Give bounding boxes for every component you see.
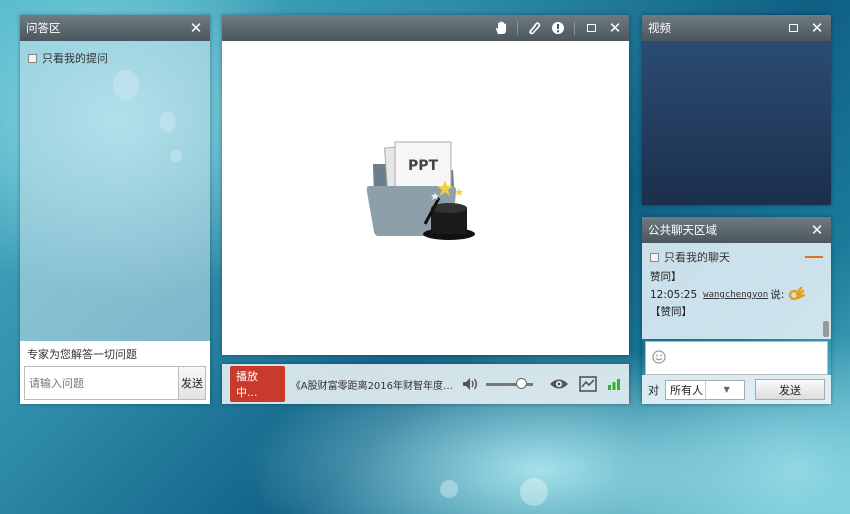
chat-recipient-value: 所有人	[670, 383, 703, 397]
toolbar-separator	[574, 21, 575, 35]
chat-close-button[interactable]: ✕	[809, 222, 825, 238]
qa-ask-box: 发送	[24, 366, 206, 400]
chat-message-user[interactable]: wangchengyon	[703, 287, 768, 304]
qa-question-input[interactable]	[25, 367, 178, 399]
video-close-button[interactable]: ✕	[809, 20, 825, 36]
maximize-icon	[788, 24, 798, 32]
chat-only-mine-label: 只看我的聊天	[664, 251, 730, 264]
chat-to-label: 对	[648, 383, 659, 397]
qa-send-button[interactable]: 发送	[178, 367, 205, 399]
paperclip-icon	[529, 22, 541, 35]
qa-only-mine-label: 只看我的提问	[42, 52, 108, 65]
public-chat-panel: 公共聊天区域 ✕ 只看我的聊天 赞同】 12:05:25 wangchengyo…	[642, 217, 831, 404]
screen-wave-icon	[579, 376, 597, 392]
video-panel: 视频 ✕	[642, 15, 831, 205]
close-icon: ✕	[810, 220, 824, 239]
qa-only-mine-checkbox[interactable]	[28, 53, 37, 63]
qa-title: 问答区	[26, 21, 61, 35]
bg-bokeh	[440, 480, 458, 498]
chat-scrollbar-thumb[interactable]	[823, 321, 829, 337]
close-icon: ✕	[189, 18, 203, 37]
maximize-icon	[586, 24, 596, 32]
chevron-down-icon: ▼	[704, 380, 745, 399]
qa-only-mine-row[interactable]: 只看我的提问	[20, 41, 210, 75]
volume-button[interactable]	[462, 377, 480, 391]
qa-footer: 专家为您解答一切问题 发送	[20, 341, 210, 404]
chat-recipient-select[interactable]: 所有人 ▼	[665, 379, 745, 400]
video-maximize-button[interactable]	[785, 20, 801, 36]
ppt-magic-hat-icon: PPT	[366, 141, 475, 240]
document-panel: ✕ PPT	[222, 15, 629, 355]
qa-close-button[interactable]: ✕	[188, 20, 204, 36]
view-button[interactable]	[549, 378, 569, 390]
hand-tool-button[interactable]	[493, 20, 509, 36]
qa-body: 只看我的提问 专家为您解答一切问题 发送	[20, 41, 210, 404]
chat-send-button[interactable]: 发送	[755, 379, 825, 400]
qa-titlebar: 问答区 ✕	[20, 15, 210, 41]
hand-icon	[495, 21, 506, 34]
smiley-icon[interactable]	[652, 350, 666, 364]
playback-bar: 播放中... 《A股财富零距离2016年财智年度…	[222, 364, 629, 404]
speaker-icon	[462, 378, 477, 390]
eye-icon	[549, 379, 568, 389]
chat-message-time: 12:05:25	[650, 288, 698, 301]
exclamation-icon	[552, 22, 564, 34]
ppt-label: PPT	[408, 158, 439, 174]
screen-share-button[interactable]	[579, 376, 597, 392]
chat-messages: 只看我的聊天 赞同】 12:05:25 wangchengyon 说: 【赞同】	[642, 243, 831, 339]
qa-expert-label: 专家为您解答一切问题	[27, 348, 137, 361]
chat-message: 赞同】	[650, 271, 682, 283]
chat-only-mine-checkbox[interactable]	[650, 252, 659, 262]
now-playing-title: 《A股财富零距离2016年财智年度…	[290, 380, 454, 392]
video-screen[interactable]	[642, 41, 831, 205]
chat-send-row: 对 所有人 ▼ 发送	[642, 375, 831, 404]
ok-hand-icon	[789, 286, 806, 301]
chat-message-said: 说:	[770, 288, 785, 301]
volume-slider[interactable]	[485, 377, 533, 389]
chat-titlebar: 公共聊天区域 ✕	[642, 217, 831, 243]
alert-button[interactable]	[550, 20, 566, 36]
bg-bokeh	[520, 478, 548, 506]
toolbar-separator	[517, 21, 518, 35]
chat-only-mine-row[interactable]: 只看我的聊天	[642, 243, 831, 269]
volume-slider-knob[interactable]	[516, 377, 528, 389]
playing-status-badge: 播放中...	[230, 366, 285, 402]
chat-message: 12:05:25 wangchengyon 说:	[642, 286, 831, 304]
doc-maximize-button[interactable]	[583, 20, 599, 36]
document-toolbar: ✕	[222, 15, 629, 41]
chat-title: 公共聊天区域	[648, 223, 717, 237]
document-canvas[interactable]: PPT	[222, 41, 629, 355]
doc-close-button[interactable]: ✕	[607, 20, 623, 36]
video-titlebar: 视频 ✕	[642, 15, 831, 41]
qa-panel: 问答区 ✕ 只看我的提问 专家为您解答一切问题 发送	[20, 15, 210, 404]
chat-message: 【赞同】	[650, 306, 692, 318]
close-icon: ✕	[608, 18, 622, 37]
close-icon: ✕	[810, 18, 824, 37]
orange-dash-decoration	[805, 256, 823, 258]
signal-bars-icon	[607, 379, 620, 390]
chat-input[interactable]	[645, 341, 828, 375]
annotate-button[interactable]	[526, 20, 542, 36]
signal-strength-indicator	[607, 377, 621, 391]
video-title: 视频	[648, 21, 671, 35]
